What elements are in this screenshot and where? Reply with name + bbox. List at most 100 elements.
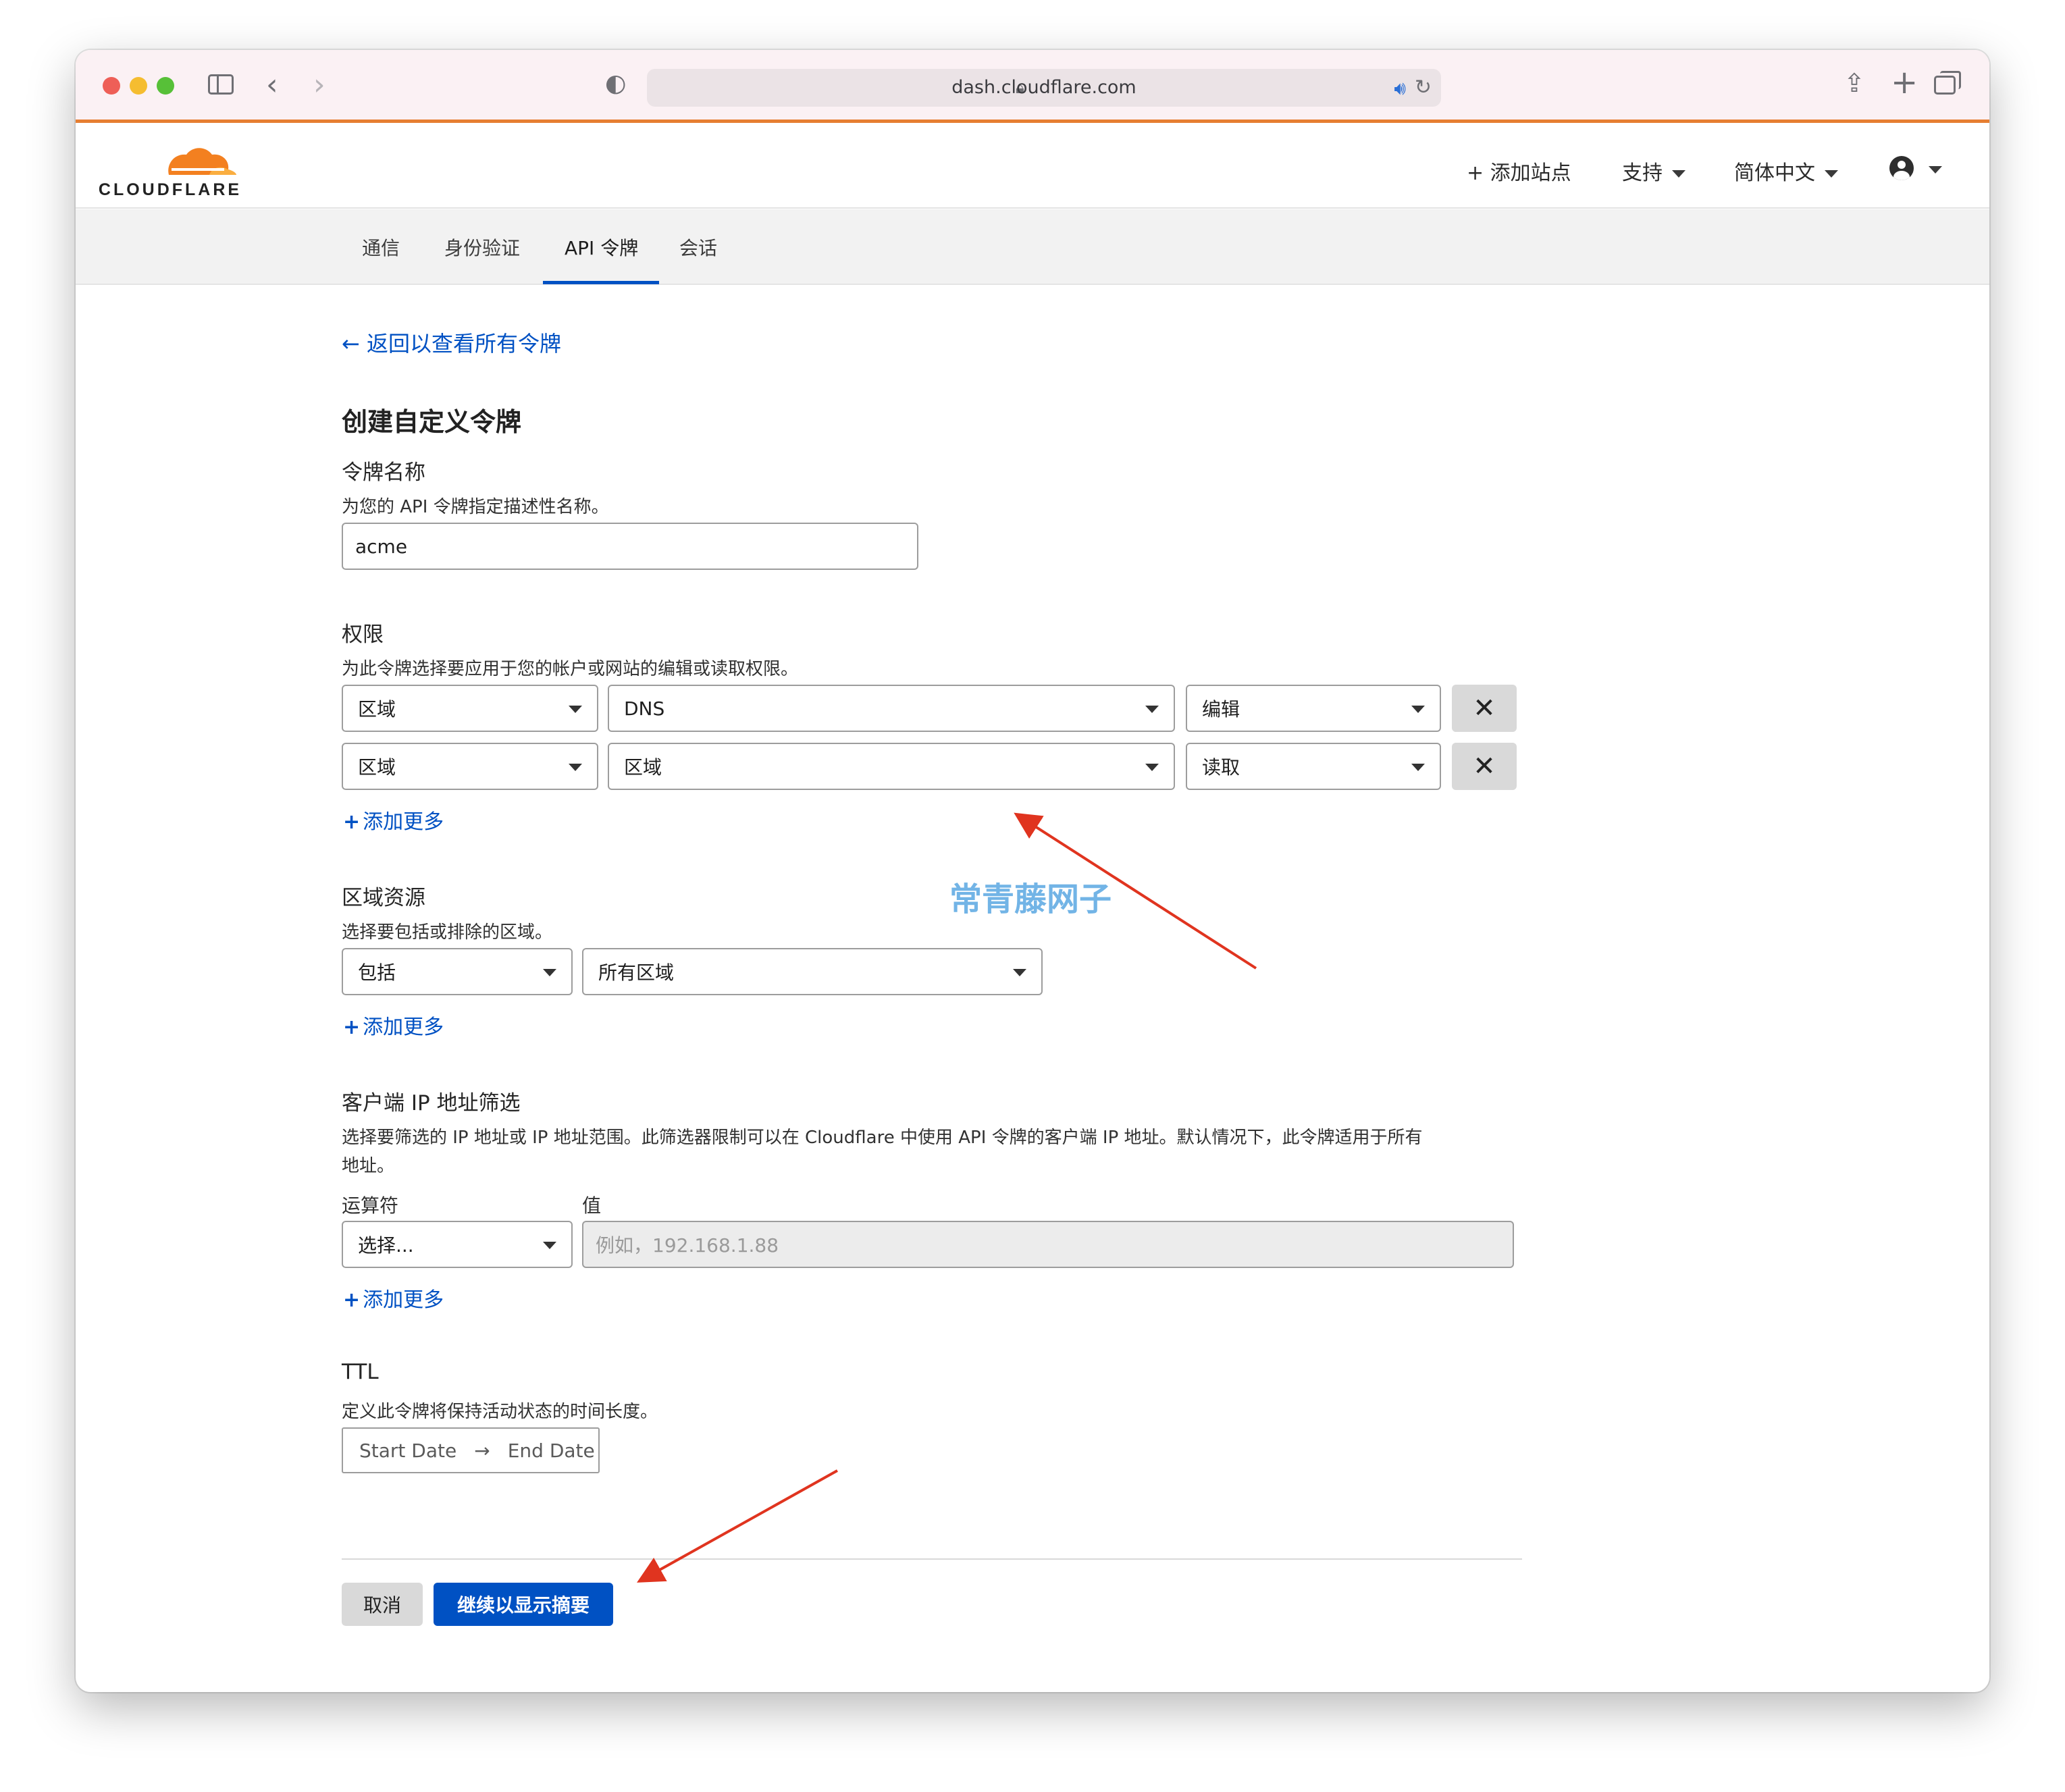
add-more-label: 添加更多 bbox=[363, 1016, 444, 1039]
close-icon: ✕ bbox=[1473, 751, 1496, 782]
watermark-text: 常青藤网子 bbox=[949, 880, 1112, 918]
token-name-input[interactable]: acme bbox=[342, 523, 918, 570]
ip-operator-select[interactable]: 选择... bbox=[342, 1221, 573, 1268]
select-value: 选择... bbox=[358, 1234, 414, 1257]
chevron-down-icon bbox=[569, 706, 582, 713]
permission-resource-select-2[interactable]: 区域 bbox=[608, 743, 1175, 790]
logo-text: CLOUDFLARE bbox=[98, 180, 242, 199]
tab-api-tokens[interactable]: API 令牌 bbox=[565, 234, 638, 261]
active-tab-indicator bbox=[543, 281, 659, 284]
chevron-down-icon bbox=[1672, 170, 1685, 178]
chevron-down-icon bbox=[1411, 764, 1425, 771]
chevron-down-icon bbox=[569, 764, 582, 771]
browser-window: ‹ › ◐ 🔒︎ dash.cloudflare.com 🔊︎ ↻ ⇪ + CL… bbox=[76, 50, 1989, 1692]
chevron-down-icon bbox=[1929, 166, 1942, 174]
back-to-tokens-link[interactable]: ← 返回以查看所有令牌 bbox=[342, 327, 561, 358]
add-more-ip-link[interactable]: + 添加更多 bbox=[343, 1283, 444, 1313]
tab-sessions[interactable]: 会话 bbox=[679, 234, 717, 261]
chevron-down-icon bbox=[1013, 969, 1026, 976]
annotation-arrow-2 bbox=[637, 1469, 838, 1583]
plus-icon: + bbox=[343, 1016, 361, 1039]
token-name-description: 为您的 API 令牌指定描述性名称。 bbox=[342, 497, 609, 517]
client-ip-label: 客户端 IP 地址筛选 bbox=[342, 1091, 521, 1115]
close-icon: ✕ bbox=[1473, 693, 1496, 724]
shield-icon[interactable]: ◐ bbox=[605, 72, 626, 96]
zone-include-select[interactable]: 包括 bbox=[342, 948, 573, 995]
chevron-down-icon bbox=[543, 969, 556, 976]
value-label: 值 bbox=[582, 1194, 602, 1217]
add-more-label: 添加更多 bbox=[363, 810, 444, 834]
chevron-down-icon bbox=[543, 1242, 556, 1249]
plus-icon: + bbox=[343, 810, 361, 834]
permission-access-select-1[interactable]: 编辑 bbox=[1186, 685, 1441, 732]
page-title: 创建自定义令牌 bbox=[342, 407, 522, 437]
user-menu-toggle[interactable] bbox=[1929, 157, 1942, 181]
select-value: DNS bbox=[624, 697, 665, 720]
language-label: 简体中文 bbox=[1734, 161, 1815, 185]
tab-communication[interactable]: 通信 bbox=[362, 234, 400, 261]
token-name-label: 令牌名称 bbox=[342, 460, 425, 485]
add-site-link[interactable]: + 添加站点 bbox=[1467, 156, 1571, 186]
close-window-button[interactable] bbox=[103, 77, 120, 95]
plus-icon: + bbox=[343, 1288, 361, 1312]
language-menu[interactable]: 简体中文 bbox=[1734, 156, 1838, 186]
profile-subnav: 通信 身份验证 API 令牌 会话 bbox=[76, 209, 1989, 285]
cancel-button[interactable]: 取消 bbox=[342, 1583, 423, 1626]
tab-authentication[interactable]: 身份验证 bbox=[444, 234, 520, 261]
form-divider bbox=[342, 1558, 1522, 1560]
client-ip-description-line1: 选择要筛选的 IP 地址或 IP 地址范围。此筛选器限制可以在 Cloudfla… bbox=[342, 1128, 1423, 1148]
zoom-window-button[interactable] bbox=[157, 77, 174, 95]
sound-icon[interactable]: 🔊︎ bbox=[1394, 77, 1406, 100]
select-value: 读取 bbox=[1202, 756, 1240, 779]
arrow-right-icon: → bbox=[474, 1439, 490, 1462]
remove-permission-button-2[interactable]: ✕ bbox=[1452, 743, 1517, 790]
permissions-description: 为此令牌选择要应用于您的帐户或网站的编辑或读取权限。 bbox=[342, 659, 799, 679]
select-value: 区域 bbox=[624, 756, 662, 779]
reload-icon[interactable]: ↻ bbox=[1415, 76, 1432, 99]
sidebar-icon[interactable] bbox=[208, 74, 234, 95]
end-date-field[interactable]: End Date bbox=[508, 1440, 595, 1462]
support-menu[interactable]: 支持 bbox=[1622, 156, 1685, 186]
ttl-description: 定义此令牌将保持活动状态的时间长度。 bbox=[342, 1402, 658, 1422]
support-label: 支持 bbox=[1622, 161, 1663, 185]
client-ip-description-line2: 地址。 bbox=[342, 1156, 395, 1176]
start-date-field[interactable]: Start Date bbox=[359, 1440, 456, 1462]
share-icon[interactable]: ⇪ bbox=[1844, 70, 1865, 96]
zone-target-select[interactable]: 所有区域 bbox=[582, 948, 1043, 995]
new-tab-icon[interactable]: + bbox=[1891, 66, 1918, 99]
permission-access-select-2[interactable]: 读取 bbox=[1186, 743, 1441, 790]
operator-label: 运算符 bbox=[342, 1194, 399, 1217]
select-value: 区域 bbox=[358, 698, 396, 720]
zone-resources-description: 选择要包括或排除的区域。 bbox=[342, 922, 553, 943]
user-avatar-icon[interactable] bbox=[1889, 156, 1914, 180]
ttl-date-range-picker[interactable]: Start Date → End Date bbox=[342, 1427, 600, 1473]
minimize-window-button[interactable] bbox=[130, 77, 147, 95]
cloudflare-header: CLOUDFLARE + 添加站点 支持 简体中文 bbox=[76, 126, 1989, 209]
permission-scope-select-1[interactable]: 区域 bbox=[342, 685, 598, 732]
address-bar[interactable]: 🔒︎ dash.cloudflare.com 🔊︎ ↻ bbox=[647, 69, 1441, 107]
add-more-label: 添加更多 bbox=[363, 1288, 444, 1312]
chevron-down-icon bbox=[1145, 706, 1159, 713]
permission-resource-select-1[interactable]: DNS bbox=[608, 685, 1175, 732]
select-value: 编辑 bbox=[1202, 698, 1240, 720]
forward-icon[interactable]: › bbox=[313, 70, 325, 100]
chevron-down-icon bbox=[1411, 706, 1425, 713]
cloudflare-logo[interactable]: CLOUDFLARE bbox=[96, 140, 244, 201]
remove-permission-button-1[interactable]: ✕ bbox=[1452, 685, 1517, 732]
zone-resources-label: 区域资源 bbox=[342, 886, 425, 910]
continue-to-summary-button[interactable]: 继续以显示摘要 bbox=[434, 1583, 613, 1626]
add-more-zones-link[interactable]: + 添加更多 bbox=[343, 1010, 444, 1040]
chevron-down-icon bbox=[1145, 764, 1159, 771]
ttl-label: TTL bbox=[342, 1360, 379, 1384]
permission-scope-select-2[interactable]: 区域 bbox=[342, 743, 598, 790]
tab-overview-icon[interactable] bbox=[1934, 71, 1961, 95]
browser-titlebar: ‹ › ◐ 🔒︎ dash.cloudflare.com 🔊︎ ↻ ⇪ + bbox=[76, 50, 1989, 123]
add-more-permissions-link[interactable]: + 添加更多 bbox=[343, 805, 444, 835]
ip-value-input[interactable]: 例如，192.168.1.88 bbox=[582, 1221, 1514, 1268]
chevron-down-icon bbox=[1825, 170, 1838, 178]
back-icon[interactable]: ‹ bbox=[266, 70, 278, 100]
select-value: 区域 bbox=[358, 756, 396, 779]
select-value: 包括 bbox=[358, 961, 396, 984]
permissions-label: 权限 bbox=[342, 623, 384, 647]
select-value: 所有区域 bbox=[598, 961, 675, 984]
